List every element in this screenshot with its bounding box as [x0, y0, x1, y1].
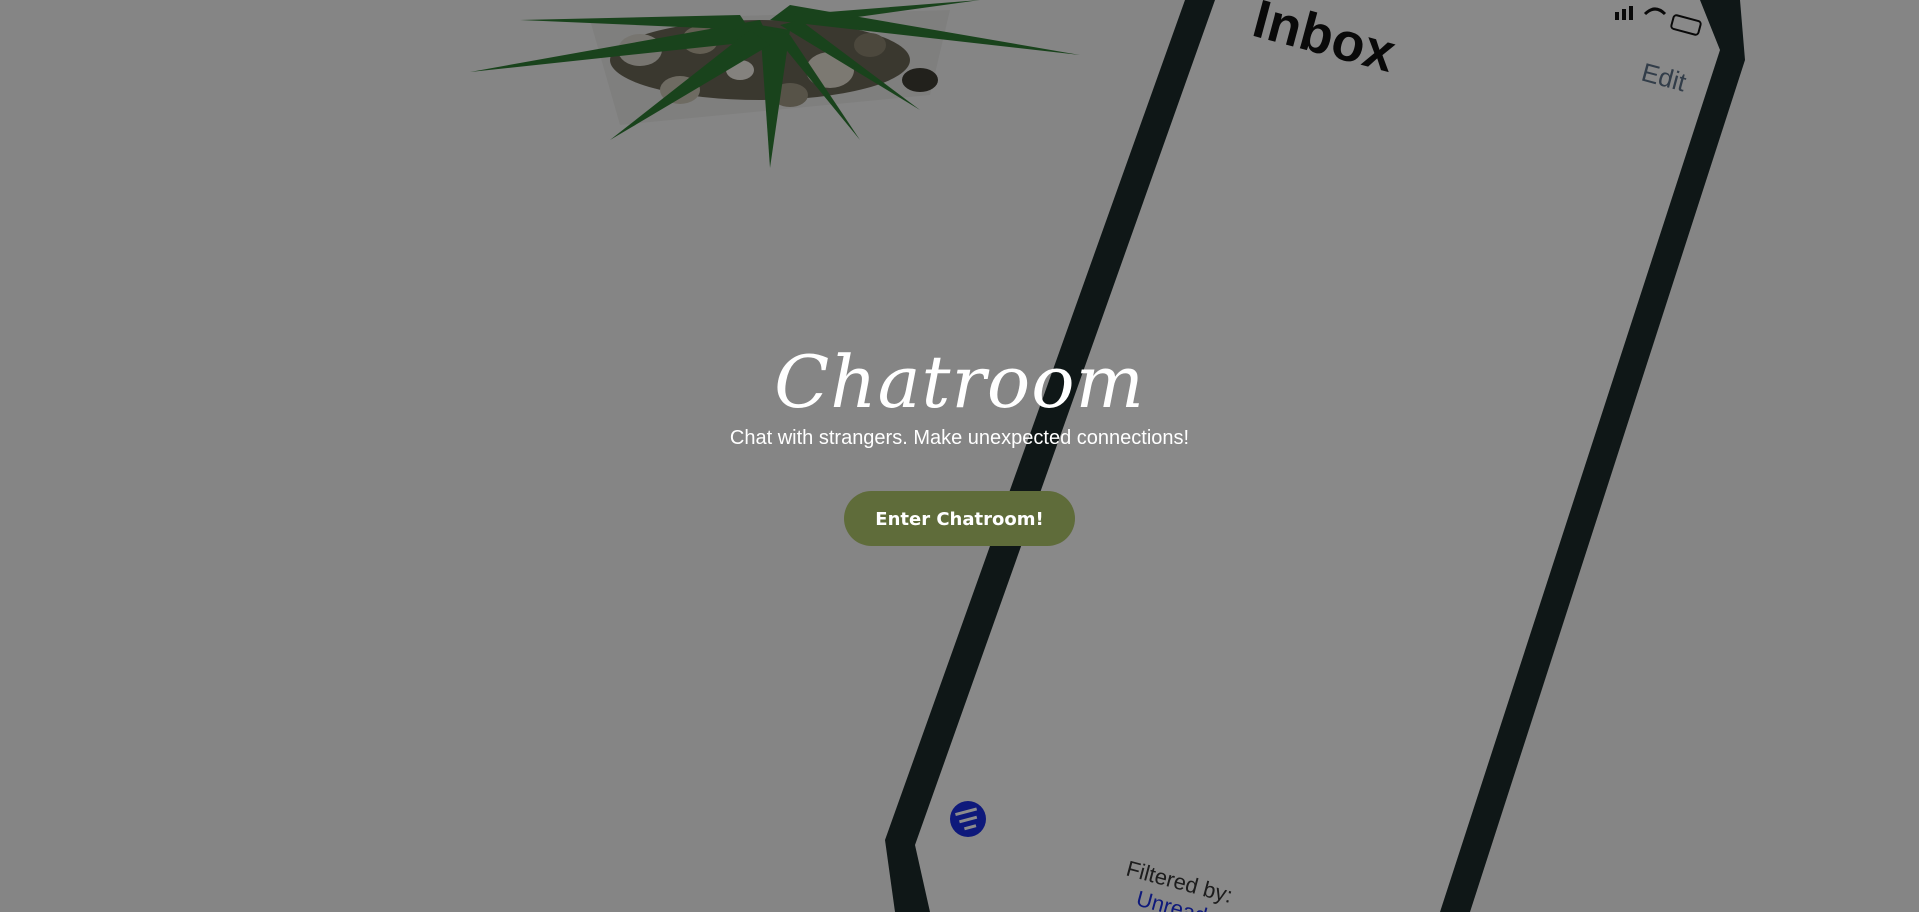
enter-chatroom-button[interactable]: Enter Chatroom!: [844, 491, 1075, 546]
tagline: Chat with strangers. Make unexpected con…: [729, 427, 1190, 449]
hero-section: Chatroom Chat with strangers. Make unexp…: [0, 340, 1919, 546]
page-title: Chatroom: [774, 340, 1145, 424]
landing-page: Inbox Edit Filtered by: Unread Chatroom …: [0, 0, 1919, 912]
